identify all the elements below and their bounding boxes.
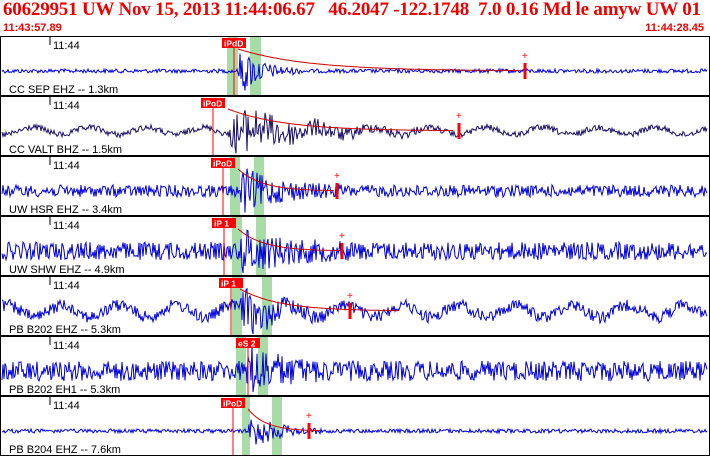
coda-marker-label: + — [456, 111, 462, 122]
coda-fit-curve — [227, 108, 453, 132]
phase-pick-label: eS 2 — [238, 339, 256, 349]
phase-pick-label: iPdD — [224, 39, 243, 49]
start-time: 11:43:57.89 — [3, 22, 62, 34]
minute-tick-label: 11:44 — [53, 160, 80, 172]
trace-row[interactable]: 11:44 + iPoD UW HSR EHZ -- 3.4km — [0, 156, 710, 217]
event-header: 60629951 UW Nov 15, 2013 11:44:06.67 46.… — [0, 0, 710, 36]
coda-fit-curve — [237, 48, 520, 72]
trace-row[interactable]: 11:44 + iPoD CC VALT BHZ -- 1.5km — [0, 96, 710, 157]
phase-pick-label: iPoD — [203, 99, 222, 109]
waveform-trace — [1, 419, 708, 445]
trace-row[interactable]: 11:44 + iPoD PB B204 EHZ -- 7.6km — [0, 396, 710, 457]
minute-tick-label: 11:44 — [53, 340, 80, 352]
trace-row[interactable]: 11:44 + iP 1 PB B202 EHZ -- 5.3km — [0, 276, 710, 337]
event-title: 60629951 UW Nov 15, 2013 11:44:06.67 46.… — [3, 0, 710, 20]
station-label: CC SEP EHZ -- 1.3km — [9, 84, 118, 96]
minute-tick-label: 11:44 — [53, 280, 80, 292]
coda-fit-curve — [237, 228, 341, 252]
coda-marker-label: + — [334, 171, 340, 182]
minute-tick-label: 11:44 — [53, 220, 80, 232]
trace-row[interactable]: 11:44 + iP 1 UW SHW EHZ -- 4.9km — [0, 216, 710, 277]
trace-row[interactable]: 11:44 + iPdD CC SEP EHZ -- 1.3km — [0, 36, 710, 97]
coda-marker-label: + — [522, 51, 528, 62]
coda-marker-label: + — [339, 231, 345, 242]
phase-pick-label: iPoD — [213, 159, 232, 169]
station-label: UW SHW EHZ -- 4.9km — [9, 264, 125, 276]
minute-tick-label: 11:44 — [53, 40, 80, 52]
station-label: CC VALT BHZ -- 1.5km — [9, 144, 122, 156]
end-time: 11:44:28.45 — [645, 22, 704, 34]
minute-tick-label: 11:44 — [53, 400, 80, 412]
phase-pick-label: iPoD — [223, 399, 242, 409]
station-label: PB B202 EH1 -- 5.3km — [9, 384, 120, 396]
minute-tick-label: 11:44 — [53, 100, 80, 112]
coda-marker-label: + — [306, 411, 312, 422]
phase-pick-label: iP 1 — [214, 219, 229, 229]
station-label: PB B204 EHZ -- 7.6km — [9, 444, 121, 456]
station-label: PB B202 EHZ -- 5.3km — [9, 324, 121, 336]
trace-row[interactable]: 11:44 eS 2 PB B202 EH1 -- 5.3km — [0, 336, 710, 397]
phase-pick-label: iP 1 — [221, 279, 236, 289]
seismogram-panel[interactable]: 11:44 + iPdD CC SEP EHZ -- 1.3km 11:44 + iPoD C… — [0, 36, 710, 458]
station-label: UW HSR EHZ -- 3.4km — [9, 204, 122, 216]
coda-marker-label: + — [347, 291, 353, 302]
